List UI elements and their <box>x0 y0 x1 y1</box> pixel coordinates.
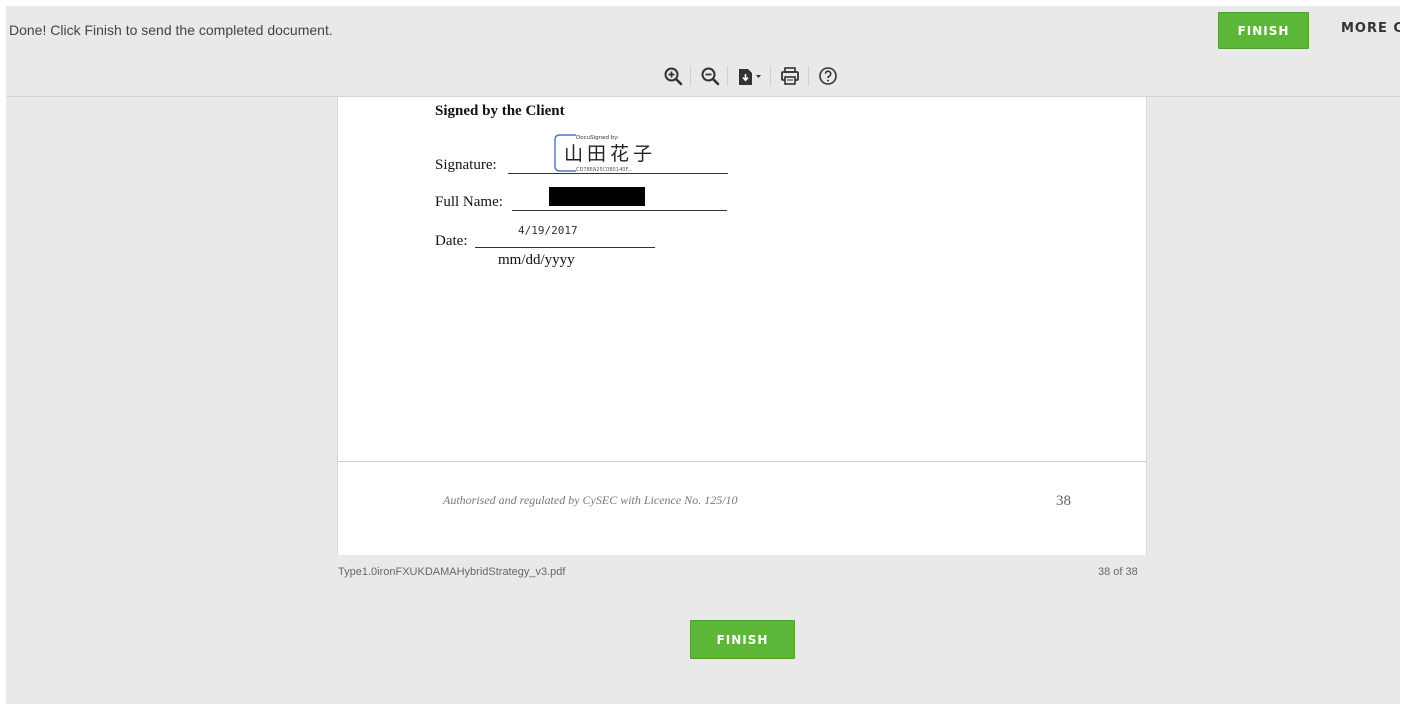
document-file-name: Type1.0ironFXUKDAMAHybridStrategy_v3.pdf <box>338 566 566 578</box>
finish-button-top[interactable]: FINISH <box>1218 12 1309 49</box>
section-heading: Signed by the Client <box>435 103 565 119</box>
date-line <box>475 247 655 248</box>
toolbar-divider <box>770 66 771 86</box>
toolbar-divider <box>808 66 809 86</box>
full-name-line <box>512 210 727 211</box>
docusign-envelope-id: CD78EA25C0B5140F... <box>576 167 633 173</box>
page-footer-divider <box>338 461 1146 462</box>
zoom-in-icon[interactable] <box>662 65 684 87</box>
footer-page-number: 38 <box>1056 493 1071 509</box>
finish-button-bottom[interactable]: FINISH <box>690 620 795 659</box>
download-icon[interactable] <box>736 65 764 87</box>
date-label: Date: <box>435 233 468 249</box>
action-bar: Done! Click Finish to send the completed… <box>6 6 1400 56</box>
app-window: Done! Click Finish to send the completed… <box>6 6 1400 704</box>
toolbar-divider <box>690 66 691 86</box>
status-message: Done! Click Finish to send the completed… <box>9 22 333 38</box>
full-name-label: Full Name: <box>435 194 503 210</box>
print-icon[interactable] <box>779 65 801 87</box>
date-format-hint: mm/dd/yyyy <box>498 252 575 268</box>
docusign-header-text: DocuSigned by: <box>576 135 619 141</box>
toolbar-divider <box>727 66 728 86</box>
more-options-menu[interactable]: MORE C <box>1341 21 1400 36</box>
signature-label: Signature: <box>435 157 497 173</box>
page-counter: 38 of 38 <box>1098 566 1138 578</box>
docusign-signature-stamp: DocuSigned by: 山田花子 CD78EA25C0B5140F... <box>554 133 714 173</box>
footer-regulation-text: Authorised and regulated by CySEC with L… <box>443 493 738 507</box>
zoom-out-icon[interactable] <box>699 65 721 87</box>
document-toolbar <box>6 56 1400 97</box>
signature-handwriting: 山田花子 <box>564 143 656 165</box>
signature-line <box>508 173 728 174</box>
help-icon[interactable] <box>817 65 839 87</box>
date-value: 4/19/2017 <box>518 224 578 237</box>
document-page: Signed by the Client Signature: DocuSign… <box>337 97 1147 555</box>
redacted-name <box>549 187 645 206</box>
